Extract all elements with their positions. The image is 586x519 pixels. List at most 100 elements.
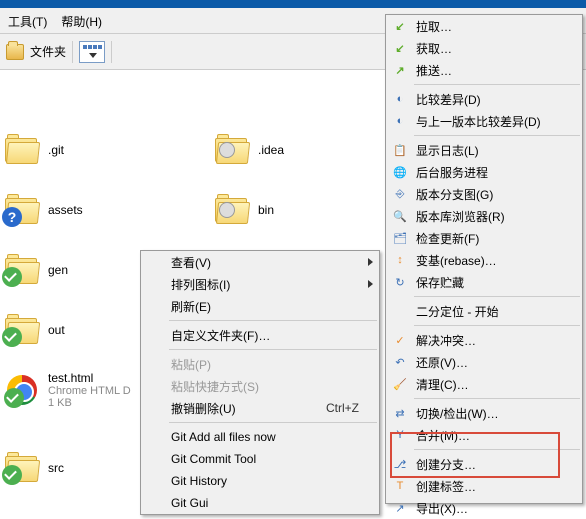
menu-item[interactable]: ⎆ 版本分支图(G) [386,183,582,205]
menu-item-label: 推送… [416,62,452,79]
menu-shortcut: Ctrl+Z [326,401,359,415]
check-overlay-icon [2,267,22,287]
menu-item-icon: ◐ [392,91,408,107]
folder-icon [215,196,249,224]
menu-item[interactable]: 📋 显示日志(L) [386,139,582,161]
menu-item-label: 二分定位 - 开始 [416,303,499,320]
menu-item[interactable]: ↙获取… [386,37,582,59]
menu-item-label: 解决冲突… [416,332,476,349]
menu-item[interactable]: Git Commit Tool [141,448,379,470]
menu-item-label: 刷新(E) [171,298,211,315]
menu-item-icon: 📋 [392,142,408,158]
menu-item-icon: ⇄ [392,405,408,421]
menu-item-label: 保存贮藏 [416,274,464,291]
menu-item[interactable]: Y合并(M)… [386,424,582,446]
view-mode-button[interactable] [79,41,105,63]
file-label: bin [258,203,274,217]
menu-item-label: 与上一版本比较差异(D) [416,113,541,130]
menu-item-icon: ↗ [392,62,408,78]
menu-separator [414,325,580,326]
menu-item-icon: ⎆ [392,186,408,202]
menu-item-icon: ↙ [392,40,408,56]
menu-item[interactable]: 查看(V) [141,251,379,273]
menu-item[interactable]: ↕ 变基(rebase)… [386,249,582,271]
file-label: out [48,323,65,337]
file-label: assets [48,203,83,217]
file-label: src [48,461,64,475]
menu-item[interactable]: T 创建标签… [386,475,582,497]
menu-separator [169,349,377,350]
toolbar-separator [111,41,112,63]
menu-separator [169,422,377,423]
menu-item[interactable]: ↗导出(X)… [386,497,582,519]
file-label: test.htmlChrome HTML D1 KB [48,371,131,409]
menu-item[interactable]: 二分定位 - 开始 [386,300,582,322]
menu-item-icon: ✓ [392,332,408,348]
menu-item-label: 显示日志(L) [416,142,479,159]
menu-item[interactable]: Git Gui [141,492,379,514]
folder-icon [5,136,39,164]
menu-item[interactable]: Git Add all files now [141,426,379,448]
menu-item-label: 比较差异(D) [416,91,481,108]
folder-icon: ? [5,196,39,224]
menu-item[interactable]: ◐ 比较差异(D) [386,88,582,110]
menu-item-label: 创建分支… [416,456,476,473]
menu-item-label: 变基(rebase)… [416,252,497,269]
gray-overlay-icon [219,142,235,158]
menu-item[interactable]: 排列图标(I) [141,273,379,295]
menu-item-icon: 🗂 [392,230,408,246]
menu-item-label: 导出(X)… [416,500,468,517]
folder-icon [5,454,39,482]
menu-item[interactable]: ✓ 解决冲突… [386,329,582,351]
menu-item[interactable]: ↙ 拉取… [386,15,582,37]
menu-item[interactable]: 🗂检查更新(F) [386,227,582,249]
menu-item-label: Git History [171,474,227,488]
menu-item[interactable]: 刷新(E) [141,295,379,317]
menu-item[interactable]: ⎇创建分支… [386,453,582,475]
menu-item-label: 创建标签… [416,478,476,495]
menu-help[interactable]: 帮助(H) [61,13,102,28]
submenu-arrow-icon [368,280,373,288]
menu-item-label: 拉取… [416,18,452,35]
menu-item[interactable]: ◐与上一版本比较差异(D) [386,110,582,132]
menu-item[interactable]: 🧹清理(C)… [386,373,582,395]
check-overlay-icon [2,465,22,485]
menu-item-label: 版本分支图(G) [416,186,493,203]
window-titlebar [0,0,586,8]
menu-item-icon: ↕ [392,252,408,268]
menu-item[interactable]: 撤销删除(U) Ctrl+Z [141,397,379,419]
menu-tools[interactable]: 工具(T) [8,13,47,28]
gray-overlay-icon [219,202,235,218]
folder-icon[interactable] [6,44,24,60]
menu-item-icon: T [392,478,408,494]
menu-item-label: Git Commit Tool [171,452,256,466]
menu-separator [414,449,580,450]
menu-item[interactable]: ⇄切换/检出(W)… [386,402,582,424]
menu-item[interactable]: Git History [141,470,379,492]
file-item[interactable]: .idea [210,120,390,180]
menu-item-label: 还原(V)… [416,354,468,371]
file-item[interactable]: bin [210,180,390,240]
file-label: gen [48,263,68,277]
menu-item[interactable]: 🌐后台服务进程 [386,161,582,183]
toolbar-separator [72,41,73,63]
menu-item-icon: ↙ [392,18,408,34]
file-item[interactable]: .git [0,120,180,180]
check-overlay-icon [2,327,22,347]
menu-item-label: 查看(V) [171,254,211,271]
folders-label[interactable]: 文件夹 [30,43,66,60]
menu-item-label: Git Add all files now [171,430,276,444]
folder-icon [215,136,249,164]
menu-item-label: 撤销删除(U) [171,400,236,417]
menu-item-label: 合并(M)… [416,427,470,444]
menu-separator [169,320,377,321]
menu-item-icon: 🌐 [392,164,408,180]
file-label: .idea [258,143,284,157]
menu-item[interactable]: 🔍版本库浏览器(R) [386,205,582,227]
menu-item[interactable]: ↗ 推送… [386,59,582,81]
file-item[interactable]: ? assets [0,180,180,240]
menu-item[interactable]: ↻保存贮藏 [386,271,582,293]
menu-item: 粘贴(P) [141,353,379,375]
menu-item[interactable]: 自定义文件夹(F)… [141,324,379,346]
menu-item[interactable]: ↶还原(V)… [386,351,582,373]
